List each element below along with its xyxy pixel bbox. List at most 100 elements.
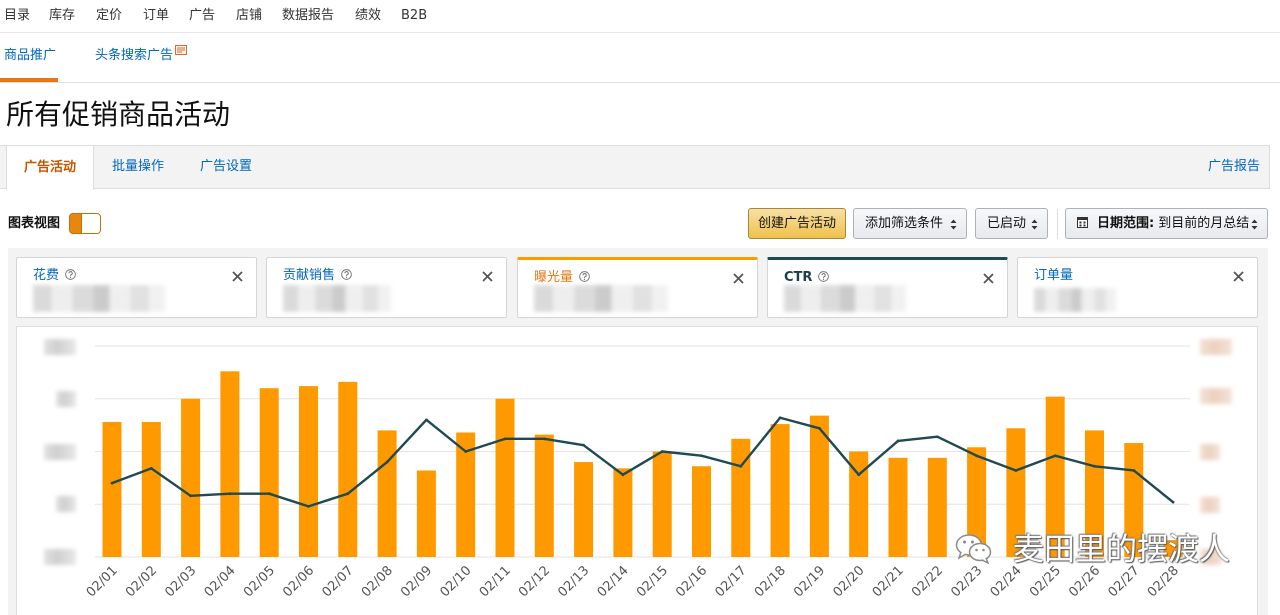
metric-card-orders[interactable]: 订单量 xyxy=(1017,257,1258,318)
line-point xyxy=(464,450,468,453)
close-icon[interactable] xyxy=(1233,271,1244,282)
x-tick-label: 02/14 xyxy=(595,563,632,600)
x-tick-label: 02/17 xyxy=(713,563,750,600)
bar xyxy=(181,398,201,557)
metric-value-obscured xyxy=(1034,288,1116,312)
metric-card-impressions[interactable]: 曝光量 xyxy=(517,257,758,318)
up-down-arrow-icon xyxy=(950,219,957,230)
campaign-tabs: 广告活动 批量操作 广告设置 广告报告 xyxy=(0,145,1270,190)
x-tick-label: 02/25 xyxy=(1027,563,1064,600)
x-tick-label: 02/10 xyxy=(437,563,474,600)
question-circle-icon[interactable] xyxy=(818,271,830,282)
x-tick-label: 02/26 xyxy=(1066,563,1103,600)
up-down-arrow-icon xyxy=(1031,219,1038,230)
wechat-icon xyxy=(955,534,992,565)
metric-label: CTR xyxy=(784,270,813,285)
bar xyxy=(692,466,711,557)
metric-label: 曝光量 xyxy=(534,270,574,285)
close-icon[interactable] xyxy=(232,271,243,282)
create-campaign-button[interactable]: 创建广告活动 xyxy=(748,208,846,239)
nav-item-performance[interactable]: 绩效 xyxy=(355,6,381,26)
line-point xyxy=(542,437,546,441)
x-tick-label: 02/01 xyxy=(84,563,121,600)
nav-item-stores[interactable]: 店铺 xyxy=(236,6,262,26)
active-tab-indicator xyxy=(0,78,58,82)
metric-value-obscured xyxy=(283,285,391,312)
x-tick-label: 02/11 xyxy=(477,563,514,600)
tab-bulk-operations[interactable]: 批量操作 xyxy=(112,146,164,188)
nav-item-inventory[interactable]: 库存 xyxy=(49,6,75,26)
add-filter-dropdown[interactable]: 添加筛选条件 xyxy=(853,208,967,239)
line-point xyxy=(857,473,861,477)
status-dropdown[interactable]: 已启动 xyxy=(975,208,1048,239)
toolbar-divider xyxy=(1057,209,1058,239)
x-tick-label: 02/23 xyxy=(948,563,985,600)
tab-sponsored-products[interactable]: 商品推广 xyxy=(4,46,56,66)
line-point xyxy=(228,492,232,496)
close-icon[interactable] xyxy=(482,271,493,282)
metric-card-spend[interactable]: 花费 xyxy=(16,257,257,318)
nav-item-advertising[interactable]: 广告 xyxy=(189,6,215,26)
date-range-value: 到目前的月总结 xyxy=(1158,216,1250,231)
metric-label: 花费 xyxy=(33,268,60,283)
tab-headline-search-ads[interactable]: 头条搜索广告 xyxy=(95,46,173,66)
metric-card-header: 贡献销售 xyxy=(283,267,352,285)
x-tick-label: 02/08 xyxy=(359,563,396,600)
bar xyxy=(927,457,947,557)
bar xyxy=(652,451,672,557)
nav-item-reports[interactable]: 数据报告 xyxy=(282,6,334,26)
line-point xyxy=(1053,454,1057,458)
toggle-knob xyxy=(81,214,100,233)
nav-item-orders[interactable]: 订单 xyxy=(143,6,169,26)
x-tick-label: 02/13 xyxy=(555,563,592,600)
x-tick-label: 02/06 xyxy=(280,563,317,600)
metric-label: 订单量 xyxy=(1034,268,1074,283)
line-point xyxy=(621,473,625,477)
metric-card-ctr[interactable]: CTR xyxy=(767,257,1008,318)
line-point xyxy=(385,460,389,464)
bar xyxy=(141,421,161,557)
x-tick-label: 02/18 xyxy=(752,563,789,600)
line-point xyxy=(778,416,782,420)
tab-campaigns[interactable]: 广告活动 xyxy=(6,145,94,190)
metric-card-attributed-sales[interactable]: 贡献销售 xyxy=(266,257,507,318)
x-tick-label: 02/12 xyxy=(516,563,553,600)
nav-item-catalog[interactable]: 目录 xyxy=(4,6,30,26)
metric-card-header: 订单量 xyxy=(1034,267,1073,285)
x-tick-label: 02/09 xyxy=(398,563,435,600)
x-tick-label: 02/05 xyxy=(241,563,278,600)
bar xyxy=(888,457,908,557)
nav-item-b2b[interactable]: B2B xyxy=(401,6,427,26)
bar xyxy=(220,371,240,557)
close-icon[interactable] xyxy=(733,273,744,284)
line-point xyxy=(346,492,350,496)
question-circle-icon[interactable] xyxy=(341,269,352,280)
metric-value-obscured xyxy=(784,285,906,312)
ad-reports-link[interactable]: 广告报告 xyxy=(1208,146,1260,188)
tab-ad-settings[interactable]: 广告设置 xyxy=(200,146,252,188)
line-point xyxy=(1171,500,1175,504)
status-label: 已启动 xyxy=(987,216,1027,231)
bar xyxy=(534,434,554,557)
line-point xyxy=(975,454,978,458)
new-badge-icon xyxy=(175,45,187,55)
question-circle-icon[interactable] xyxy=(579,271,590,282)
x-tick-label: 02/07 xyxy=(320,563,357,600)
close-icon[interactable] xyxy=(983,273,994,284)
nav-item-pricing[interactable]: 定价 xyxy=(96,6,122,26)
bar xyxy=(102,421,122,557)
line-point xyxy=(700,454,703,458)
x-tick-label: 02/19 xyxy=(791,563,828,600)
add-filter-label: 添加筛选条件 xyxy=(865,216,944,231)
bar xyxy=(259,388,279,557)
chart-view-toggle[interactable] xyxy=(69,213,101,234)
question-circle-icon[interactable] xyxy=(65,269,76,280)
date-range-label: 日期范围: xyxy=(1097,216,1155,231)
x-tick-label: 02/22 xyxy=(909,563,946,600)
watermark-text: 麦田里的摆渡人 xyxy=(1013,532,1230,568)
date-range-dropdown[interactable]: 日期范围: 到目前的月总结 xyxy=(1065,208,1268,239)
line-point xyxy=(1132,469,1136,472)
x-tick-label: 02/21 xyxy=(870,563,907,600)
line-point xyxy=(425,418,428,422)
x-tick-label: 02/24 xyxy=(988,563,1025,600)
